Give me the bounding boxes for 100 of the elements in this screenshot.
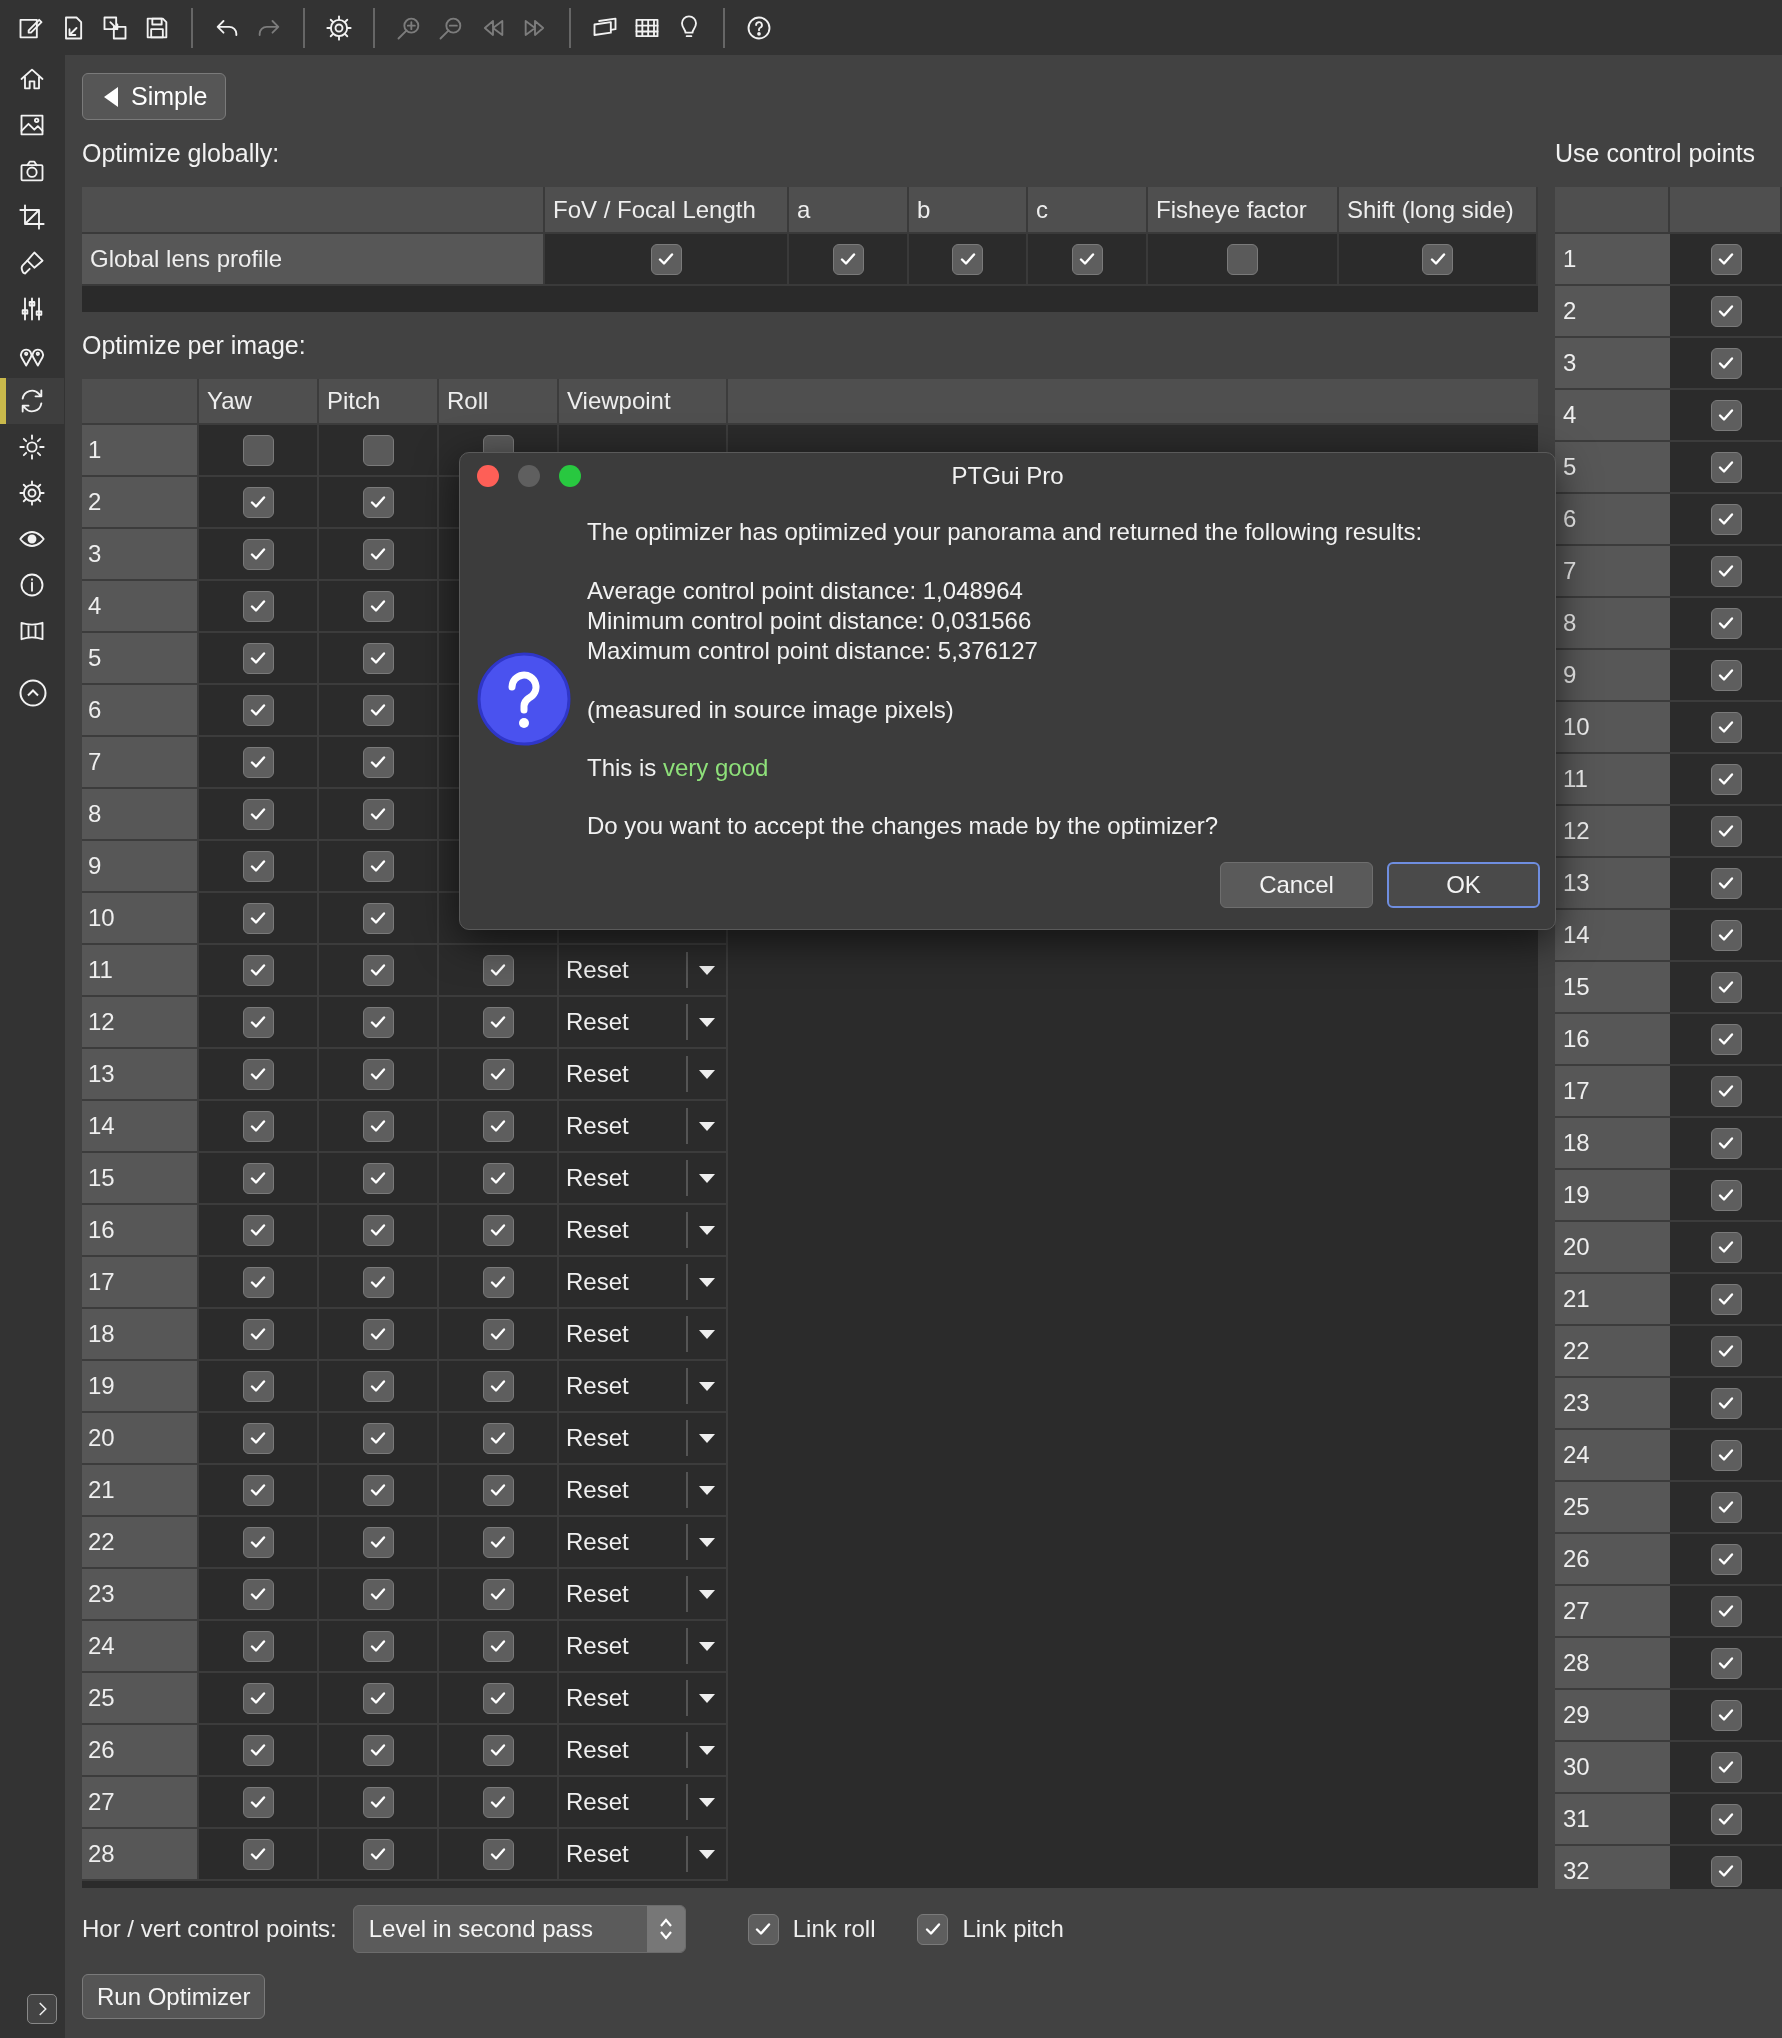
viewpoint-dropdown[interactable]: Reset xyxy=(559,1257,726,1307)
checkbox[interactable] xyxy=(1710,1595,1742,1627)
checkbox[interactable] xyxy=(362,1786,394,1818)
checkbox[interactable] xyxy=(242,538,274,570)
checkbox[interactable] xyxy=(242,1422,274,1454)
checkbox[interactable] xyxy=(242,1214,274,1246)
checkbox[interactable] xyxy=(242,954,274,986)
viewpoint-dropdown[interactable]: Reset xyxy=(559,1205,726,1255)
checkbox[interactable] xyxy=(362,1058,394,1090)
checkbox[interactable] xyxy=(1710,243,1742,275)
checkbox[interactable] xyxy=(482,1422,514,1454)
checkbox[interactable] xyxy=(242,1734,274,1766)
checkbox[interactable] xyxy=(362,1630,394,1662)
viewpoint-dropdown[interactable]: Reset xyxy=(559,1309,726,1359)
viewpoint-dropdown[interactable]: Reset xyxy=(559,1361,726,1411)
checkbox[interactable] xyxy=(242,1786,274,1818)
checkbox[interactable] xyxy=(362,1214,394,1246)
checkbox[interactable] xyxy=(242,1630,274,1662)
viewpoint-dropdown[interactable]: Reset xyxy=(559,1101,726,1151)
checkbox[interactable] xyxy=(1710,1439,1742,1471)
checkbox[interactable] xyxy=(362,798,394,830)
checkbox[interactable] xyxy=(482,1006,514,1038)
checkbox[interactable] xyxy=(1710,971,1742,1003)
checkbox[interactable] xyxy=(1710,1335,1742,1367)
checkbox[interactable] xyxy=(242,798,274,830)
viewpoint-dropdown[interactable]: Reset xyxy=(559,1049,726,1099)
checkbox[interactable] xyxy=(362,850,394,882)
checkbox[interactable] xyxy=(1710,1387,1742,1419)
viewpoint-dropdown[interactable]: Reset xyxy=(559,945,726,995)
checkbox[interactable] xyxy=(1071,243,1103,275)
checkbox[interactable] xyxy=(482,1162,514,1194)
checkbox[interactable] xyxy=(362,1006,394,1038)
checkbox[interactable] xyxy=(1422,243,1453,275)
viewpoint-dropdown[interactable]: Reset xyxy=(559,1725,726,1775)
checkbox[interactable] xyxy=(362,1838,394,1870)
checkbox[interactable] xyxy=(1710,1023,1742,1055)
checkbox[interactable] xyxy=(832,243,864,275)
checkbox[interactable] xyxy=(482,1734,514,1766)
checkbox[interactable] xyxy=(242,434,274,466)
checkbox[interactable] xyxy=(482,1214,514,1246)
checkbox[interactable] xyxy=(482,1266,514,1298)
viewpoint-dropdown[interactable]: Reset xyxy=(559,1517,726,1567)
chevron-up-icon[interactable] xyxy=(17,678,48,708)
checkbox[interactable] xyxy=(482,1786,514,1818)
checkbox[interactable] xyxy=(1710,399,1742,431)
checkbox[interactable] xyxy=(242,1162,274,1194)
checkbox[interactable] xyxy=(482,1474,514,1506)
checkbox[interactable] xyxy=(362,486,394,518)
expand-button[interactable] xyxy=(27,1994,57,2024)
checkbox[interactable] xyxy=(242,1006,274,1038)
viewpoint-dropdown[interactable]: Reset xyxy=(559,1621,726,1671)
checkbox[interactable] xyxy=(482,1838,514,1870)
checkbox[interactable] xyxy=(362,1526,394,1558)
checkbox[interactable] xyxy=(362,1162,394,1194)
checkbox[interactable] xyxy=(1710,763,1742,795)
back-button[interactable]: Simple xyxy=(82,73,227,120)
sidebar-item[interactable] xyxy=(0,378,64,424)
select-field[interactable]: Level in second pass xyxy=(352,1905,686,1953)
checkbox[interactable] xyxy=(1710,347,1742,379)
checkbox[interactable] xyxy=(1710,1855,1742,1887)
viewpoint-dropdown[interactable]: Reset xyxy=(559,1777,726,1827)
checkbox[interactable] xyxy=(362,1370,394,1402)
viewpoint-dropdown[interactable]: Reset xyxy=(559,1829,726,1879)
checkbox[interactable] xyxy=(362,1682,394,1714)
run-optimizer-button[interactable]: Run Optimizer xyxy=(82,1974,266,2019)
checkbox[interactable] xyxy=(1710,1803,1742,1835)
checkbox[interactable] xyxy=(1710,1231,1742,1263)
checkbox[interactable] xyxy=(1710,1647,1742,1679)
checkbox[interactable] xyxy=(1710,659,1742,691)
checkbox[interactable] xyxy=(1710,555,1742,587)
checkbox[interactable] xyxy=(1710,607,1742,639)
checkbox[interactable] xyxy=(1710,1127,1742,1159)
viewpoint-dropdown[interactable]: Reset xyxy=(559,1153,726,1203)
zoom-button[interactable] xyxy=(559,464,581,487)
checkbox[interactable] xyxy=(242,1266,274,1298)
dialog-button[interactable]: OK xyxy=(1387,862,1540,908)
viewpoint-dropdown[interactable]: Reset xyxy=(559,1413,726,1463)
checkbox[interactable] xyxy=(482,1630,514,1662)
checkbox[interactable] xyxy=(1710,503,1742,535)
checkbox[interactable] xyxy=(482,1318,514,1350)
checkbox[interactable] xyxy=(747,1913,779,1945)
checkbox[interactable] xyxy=(242,590,274,622)
checkbox[interactable] xyxy=(362,1110,394,1142)
checkbox[interactable] xyxy=(362,694,394,726)
checkbox[interactable] xyxy=(362,1578,394,1610)
checkbox[interactable] xyxy=(917,1913,949,1945)
checkbox[interactable] xyxy=(362,954,394,986)
checkbox[interactable] xyxy=(242,1110,274,1142)
checkbox[interactable] xyxy=(952,243,983,275)
checkbox[interactable] xyxy=(242,1058,274,1090)
checkbox[interactable] xyxy=(1710,1751,1742,1783)
checkbox[interactable] xyxy=(242,1526,274,1558)
checkbox[interactable] xyxy=(242,1578,274,1610)
checkbox-option[interactable]: Link pitch xyxy=(917,1913,1064,1945)
checkbox[interactable] xyxy=(242,486,274,518)
checkbox[interactable] xyxy=(1710,815,1742,847)
checkbox[interactable] xyxy=(242,694,274,726)
close-button[interactable] xyxy=(477,464,499,487)
checkbox[interactable] xyxy=(242,1838,274,1870)
checkbox[interactable] xyxy=(362,1734,394,1766)
